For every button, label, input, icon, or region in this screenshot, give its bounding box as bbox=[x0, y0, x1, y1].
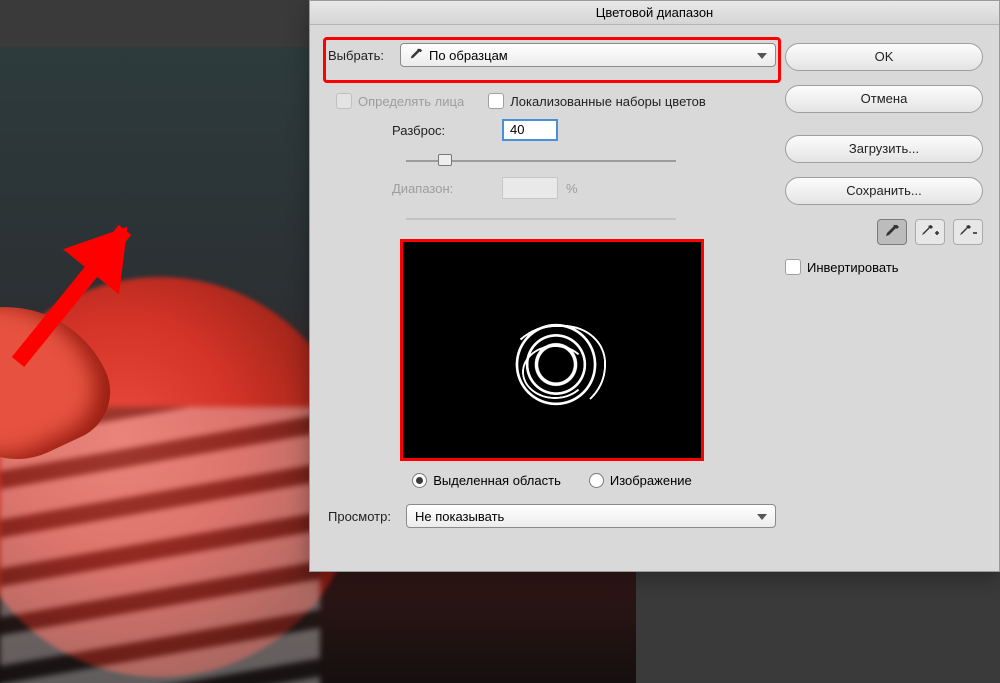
eyedropper-icon bbox=[409, 48, 423, 62]
radio-icon bbox=[589, 473, 604, 488]
eyedropper-tool[interactable] bbox=[877, 219, 907, 245]
range-slider bbox=[406, 209, 676, 229]
radio-selection-label: Выделенная область bbox=[433, 473, 561, 488]
select-row-highlight: Выбрать: По образцам bbox=[323, 37, 781, 83]
ok-button[interactable]: OK bbox=[785, 43, 983, 71]
fuzziness-label: Разброс: bbox=[392, 123, 502, 138]
eyedropper-subtract-tool[interactable] bbox=[953, 219, 983, 245]
fuzziness-input[interactable]: 40 bbox=[502, 119, 558, 141]
detect-faces-label: Определять лица bbox=[358, 94, 464, 109]
dialog-left-column: Выбрать: По образцам Определять лица bbox=[328, 43, 776, 553]
preview-value: Не показывать bbox=[415, 509, 504, 524]
eyedropper-tools bbox=[785, 219, 983, 245]
radio-image[interactable]: Изображение bbox=[589, 473, 692, 488]
eyedropper-icon bbox=[884, 224, 900, 240]
dialog-right-column: OK Отмена Загрузить... Сохранить... Инве… bbox=[785, 43, 983, 275]
color-range-dialog: Цветовой диапазон Выбрать: По образцам bbox=[309, 0, 1000, 572]
slider-track bbox=[406, 218, 676, 220]
radio-icon bbox=[412, 473, 427, 488]
cancel-button[interactable]: Отмена bbox=[785, 85, 983, 113]
eyedropper-plus-icon bbox=[920, 224, 940, 240]
dialog-title: Цветовой диапазон bbox=[310, 1, 999, 25]
eyedropper-add-tool[interactable] bbox=[915, 219, 945, 245]
select-value: По образцам bbox=[429, 48, 508, 63]
localized-label: Локализованные наборы цветов bbox=[510, 94, 706, 109]
selection-mask-graphic bbox=[496, 315, 616, 425]
invert-label: Инвертировать bbox=[807, 260, 899, 275]
selection-preview bbox=[404, 243, 700, 457]
eyedropper-minus-icon bbox=[958, 224, 978, 240]
radio-image-label: Изображение bbox=[610, 473, 692, 488]
selection-preview-highlight bbox=[400, 239, 704, 461]
preview-label: Просмотр: bbox=[328, 509, 406, 524]
save-button[interactable]: Сохранить... bbox=[785, 177, 983, 205]
localized-checkbox[interactable]: Локализованные наборы цветов bbox=[488, 93, 706, 109]
fuzziness-slider[interactable] bbox=[406, 151, 676, 171]
load-button[interactable]: Загрузить... bbox=[785, 135, 983, 163]
range-label: Диапазон: bbox=[392, 181, 502, 196]
checkbox-icon bbox=[488, 93, 504, 109]
detect-faces-checkbox: Определять лица bbox=[336, 93, 464, 109]
checkbox-icon bbox=[336, 93, 352, 109]
radio-selection[interactable]: Выделенная область bbox=[412, 473, 561, 488]
range-input bbox=[502, 177, 558, 199]
select-dropdown[interactable]: По образцам bbox=[400, 43, 776, 67]
preview-dropdown[interactable]: Не показывать bbox=[406, 504, 776, 528]
invert-checkbox[interactable]: Инвертировать bbox=[785, 259, 983, 275]
preview-mode-radios: Выделенная область Изображение bbox=[328, 473, 776, 488]
photo-background-keys bbox=[0, 407, 320, 683]
checkbox-icon bbox=[785, 259, 801, 275]
slider-thumb[interactable] bbox=[438, 154, 452, 166]
select-label: Выбрать: bbox=[328, 48, 400, 63]
range-unit: % bbox=[566, 181, 578, 196]
